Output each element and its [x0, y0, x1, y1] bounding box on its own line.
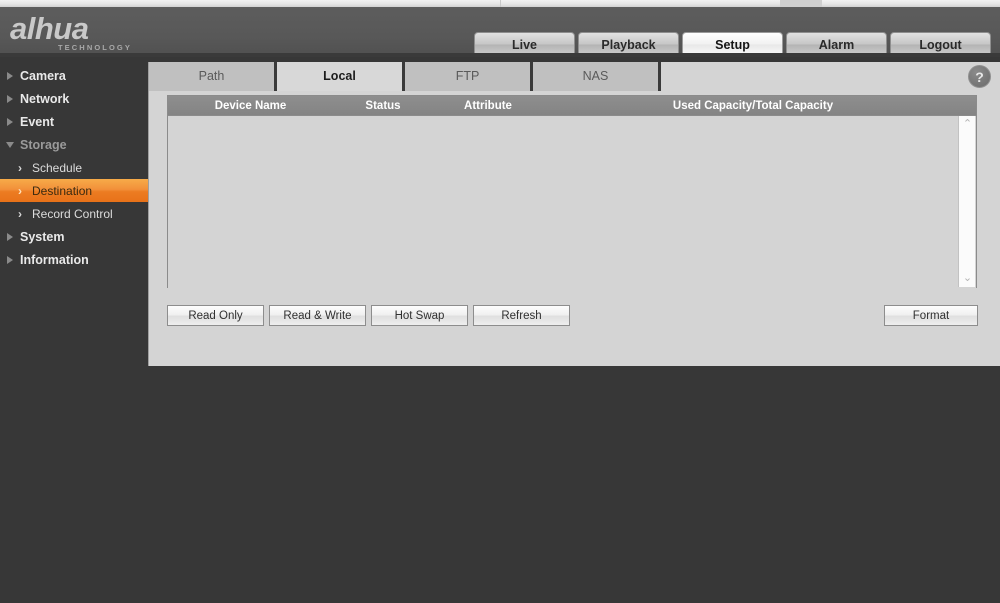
tab-path[interactable]: Path [149, 62, 277, 91]
header-divider [0, 53, 1000, 57]
sidebar-item-label: Camera [20, 68, 66, 83]
chevron-right-icon [0, 232, 20, 241]
sidebar-item-event[interactable]: Event [0, 110, 148, 133]
sidebar-item-destination[interactable]: › Destination [0, 179, 148, 202]
refresh-button[interactable]: Refresh [473, 305, 570, 326]
read-only-button[interactable]: Read Only [167, 305, 264, 326]
sidebar-item-camera[interactable]: Camera [0, 64, 148, 87]
sidebar-item-label: System [20, 229, 65, 244]
chevron-right-icon [0, 117, 20, 126]
read-write-button[interactable]: Read & Write [269, 305, 366, 326]
chevron-right-icon [0, 94, 20, 103]
sidebar-subitem-label: Schedule [32, 160, 83, 175]
chevron-right-icon: › [18, 183, 22, 198]
tab-bar-underline [149, 91, 1000, 93]
sidebar-navigation: Camera Network Event Storage › Schedule … [0, 62, 148, 271]
sidebar-item-information[interactable]: Information [0, 248, 148, 271]
browser-chrome-strip [0, 0, 1000, 7]
app-header: alhua TECHNOLOGY Live Playback Setup Ala… [0, 7, 1000, 57]
scroll-down-icon[interactable]: ⌄ [959, 270, 976, 287]
content-panel: Path Local FTP NAS ? Device Name Status … [148, 62, 1000, 366]
sidebar-item-label: Information [20, 252, 89, 267]
sidebar-item-record-control[interactable]: › Record Control [0, 202, 148, 225]
storage-device-table: Device Name Status Attribute Used Capaci… [167, 95, 977, 288]
logo-tagline: TECHNOLOGY [58, 43, 132, 52]
sidebar-subitem-label: Destination [32, 183, 93, 198]
chevron-right-icon: › [18, 160, 22, 175]
table-body-empty [168, 116, 976, 288]
format-button[interactable]: Format [884, 305, 978, 326]
scroll-up-icon[interactable]: ⌃ [959, 116, 976, 133]
column-header-device-name: Device Name [214, 99, 287, 112]
column-header-attribute: Attribute [464, 99, 512, 112]
sidebar-item-label: Network [20, 91, 70, 106]
chevron-right-icon [0, 71, 20, 80]
sidebar-item-schedule[interactable]: › Schedule [0, 156, 148, 179]
column-header-capacity: Used Capacity/Total Capacity [672, 99, 834, 112]
dahua-logo: alhua TECHNOLOGY [10, 11, 180, 54]
tab-ftp[interactable]: FTP [405, 62, 533, 91]
tab-nas[interactable]: NAS [533, 62, 661, 91]
sidebar-item-label: Storage [20, 137, 67, 152]
sidebar-item-label: Event [20, 114, 55, 129]
sidebar-subitem-label: Record Control [32, 206, 113, 221]
chevron-down-icon [0, 141, 20, 148]
sidebar-item-storage[interactable]: Storage [0, 133, 148, 156]
tab-bar: Path Local FTP NAS [149, 62, 661, 91]
table-header-row: Device Name Status Attribute Used Capaci… [168, 96, 976, 116]
dahua-setup-page: alhua TECHNOLOGY Live Playback Setup Ala… [0, 0, 1000, 603]
help-icon[interactable]: ? [968, 65, 991, 88]
table-vertical-scrollbar[interactable]: ⌃ ⌄ [958, 116, 975, 287]
logo-wordmark: alhua [10, 11, 89, 46]
chevron-right-icon: › [18, 206, 22, 221]
hot-swap-button[interactable]: Hot Swap [371, 305, 468, 326]
column-header-status: Status [365, 99, 401, 112]
sidebar-item-network[interactable]: Network [0, 87, 148, 110]
tab-local[interactable]: Local [277, 62, 405, 91]
sidebar-item-system[interactable]: System [0, 225, 148, 248]
chevron-right-icon [0, 255, 20, 264]
